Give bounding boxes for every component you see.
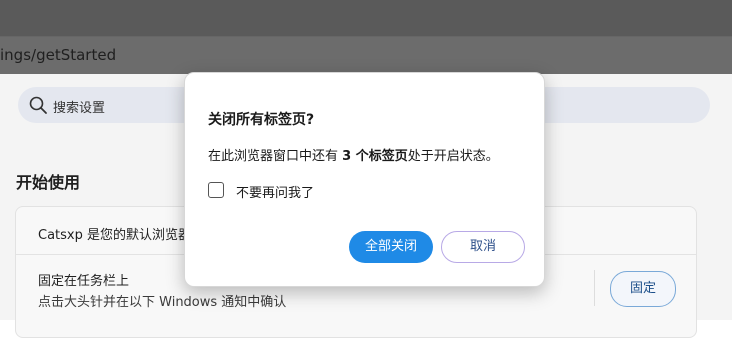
pin-button[interactable]: 固定 [610, 271, 676, 307]
dialog-message: 在此浏览器窗口中还有 3 个标签页处于开启状态。 [208, 145, 499, 164]
search-icon [29, 96, 47, 114]
dialog-title: 关闭所有标签页? [208, 112, 315, 128]
pin-taskbar-description: 点击大头针并在以下 Windows 通知中确认 [38, 295, 287, 310]
section-title: 开始使用 [16, 173, 81, 192]
cancel-button[interactable]: 取消 [441, 231, 525, 263]
url-text[interactable]: ings/getStarted [0, 46, 116, 64]
close-tabs-dialog: 关闭所有标签页? 在此浏览器窗口中还有 3 个标签页处于开启状态。 不要再问我了… [184, 72, 545, 287]
tab-strip [0, 0, 732, 36]
dont-ask-again-label[interactable]: 不要再问我了 [236, 182, 314, 201]
message-prefix: 在此浏览器窗口中还有 [208, 149, 343, 164]
default-browser-text: Catsxp 是您的默认浏览器 [38, 228, 191, 243]
vertical-divider [594, 270, 595, 306]
pin-taskbar-title: 固定在任务栏上 [38, 274, 130, 289]
close-all-button[interactable]: 全部关闭 [349, 231, 433, 263]
message-suffix: 处于开启状态。 [407, 149, 499, 164]
tab-count: 3 个标签页 [342, 149, 408, 164]
address-bar[interactable]: ings/getStarted [0, 36, 732, 75]
dont-ask-again-checkbox[interactable] [208, 182, 224, 198]
search-placeholder: 搜索设置 [53, 101, 106, 116]
